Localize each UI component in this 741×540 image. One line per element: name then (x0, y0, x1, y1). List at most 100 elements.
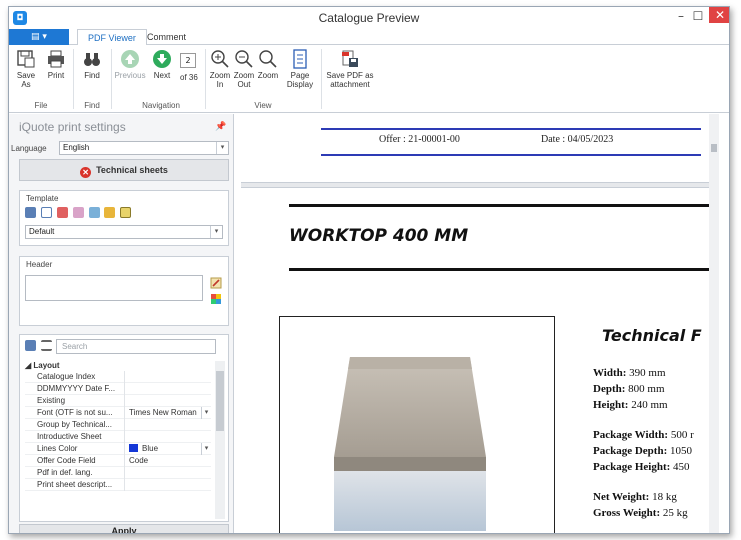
header-textarea[interactable] (25, 275, 203, 301)
property-name: Catalogue Index (37, 371, 125, 383)
property-row[interactable]: DDMMYYYY Date F... ✓ (25, 383, 211, 395)
apply-button[interactable]: Apply (19, 524, 229, 533)
spec-width: Width: 390 mm (593, 367, 666, 379)
categorized-view-icon[interactable] (25, 340, 36, 351)
property-name: Lines Color (37, 443, 125, 455)
zoom-in-button[interactable]: Zoom In (209, 49, 231, 89)
spec-value: 1050 (670, 445, 692, 457)
file-group-label: File (34, 101, 48, 110)
title-rule-bottom (289, 268, 719, 271)
error-icon: ✕ (80, 167, 92, 178)
offer-line-top (321, 128, 701, 130)
property-row[interactable]: Catalogue Index ✓ (25, 371, 211, 383)
binoculars-icon (84, 53, 100, 66)
property-name: Font (OTF is not su... (37, 407, 125, 419)
edit-icon[interactable] (72, 207, 84, 218)
zoom-icon (259, 50, 277, 68)
color-palette-icon[interactable] (210, 293, 222, 305)
pdf-viewer[interactable]: Offer : 21-00001-00 Date : 04/05/2023 WO… (241, 114, 719, 533)
color-swatch (129, 444, 138, 452)
file-menu-button[interactable]: ▤ ▾ (9, 29, 69, 45)
print-label: Print (47, 71, 65, 80)
print-icon (48, 50, 64, 68)
spec-package-depth: Package Depth: 1050 (593, 445, 692, 457)
maximize-button[interactable]: ☐ (690, 9, 706, 23)
alphabetical-view-icon[interactable] (40, 340, 52, 351)
group-separator (205, 49, 206, 109)
properties-search-input[interactable]: Search (56, 339, 216, 354)
property-name: Pdf in def. lang. (37, 467, 125, 479)
scrollbar-thumb[interactable] (711, 144, 717, 152)
previous-button[interactable]: Previous (113, 49, 147, 80)
offer-number: Offer : 21-00001-00 (379, 134, 460, 145)
save-pdf-attachment-button[interactable]: Save PDF as attachment (325, 49, 375, 89)
current-page-input[interactable]: 2 (180, 53, 196, 68)
properties-scrollbar[interactable] (215, 361, 225, 519)
property-row[interactable]: Existing ✓ (25, 395, 211, 407)
pin-icon[interactable]: 📌 (215, 122, 226, 132)
navigation-group-label: Navigation (142, 101, 180, 110)
window-title: Catalogue Preview (318, 11, 420, 25)
import-icon[interactable] (104, 207, 116, 218)
scrollbar-thumb[interactable] (216, 371, 224, 431)
technical-sheets-button[interactable]: ✕ Technical sheets (19, 159, 229, 181)
new-icon[interactable] (40, 207, 52, 218)
delete-icon[interactable] (56, 207, 68, 218)
zoom-label: Zoom (257, 71, 279, 80)
property-row[interactable]: Pdf in def. lang. ✓ (25, 467, 211, 479)
page-display-button[interactable]: Page Display (285, 49, 315, 89)
property-row[interactable]: Introductive Sheet ✓ (25, 431, 211, 443)
next-button[interactable]: Next (149, 49, 175, 80)
property-row[interactable]: Group by Technical... ✓ (25, 419, 211, 431)
page-display-label: Page Display (286, 71, 314, 89)
property-row[interactable]: Lines Color Blue ▾ (25, 443, 211, 455)
find-button[interactable]: Find (79, 49, 105, 80)
property-row[interactable]: Font (OTF is not su... Times New Roman ▾ (25, 407, 211, 419)
zoom-button[interactable]: Zoom (257, 49, 279, 80)
copy-icon[interactable] (88, 207, 100, 218)
save-as-button[interactable]: Save As (13, 49, 39, 89)
spec-package-width: Package Width: 500 r (593, 429, 694, 441)
spec-label: Package Depth: (593, 445, 668, 457)
next-label: Next (153, 71, 171, 80)
save-as-icon (17, 50, 35, 68)
property-row[interactable]: Print sheet descript... (25, 479, 211, 491)
minimize-button[interactable]: – (673, 9, 689, 23)
layout-group-header[interactable]: ◢ Layout (25, 361, 60, 370)
view-group-label: View (254, 101, 272, 110)
property-row[interactable]: Offer Code Field Code (25, 455, 211, 467)
arrow-down-icon (153, 50, 171, 68)
property-name: Group by Technical... (37, 419, 125, 431)
property-name: Existing (37, 395, 125, 407)
layout-group-label: Layout (33, 361, 60, 370)
page-display-icon (293, 49, 307, 69)
header-section: Header (19, 256, 229, 326)
preview-icon[interactable] (120, 207, 132, 218)
zoom-out-button[interactable]: Zoom Out (233, 49, 255, 89)
menu-icon: ▤ ▾ (31, 32, 47, 42)
tab-comment[interactable]: Comment (137, 29, 196, 45)
print-settings-panel: iQuote print settings 📌 Language English… (9, 114, 234, 533)
chevron-down-icon: ▾ (210, 226, 222, 238)
pencil-icon[interactable] (210, 277, 222, 289)
offer-code-value[interactable]: Code (129, 455, 211, 467)
save-as-label: Save As (16, 71, 36, 89)
offer-date: Date : 04/05/2023 (541, 134, 614, 145)
lines-color-value: Blue (142, 444, 159, 453)
zoom-out-icon (235, 50, 253, 68)
lines-color-select[interactable]: Blue ▾ (129, 443, 211, 455)
language-select[interactable]: English ▾ (59, 141, 229, 155)
spec-label: Package Width: (593, 429, 669, 441)
catalogue-preview-window: ◘ Catalogue Preview – ☐ ✕ ▤ ▾ PDF Viewer… (8, 6, 730, 534)
spec-label: Package Height: (593, 461, 671, 473)
close-button[interactable]: ✕ (709, 7, 729, 23)
group-separator (73, 49, 74, 109)
properties-grid: Search ◢ Layout Catalogue Index ✓ DDMMYY… (19, 334, 229, 522)
viewer-scrollbar[interactable] (709, 114, 719, 533)
save-icon[interactable] (25, 207, 36, 218)
template-select[interactable]: Default ▾ (25, 225, 223, 239)
font-select[interactable]: Times New Roman ▾ (129, 407, 211, 419)
spec-label: Width: (593, 367, 627, 379)
print-button[interactable]: Print (43, 49, 69, 80)
property-rows: Catalogue Index ✓ DDMMYYYY Date F... ✓ E… (25, 371, 211, 491)
